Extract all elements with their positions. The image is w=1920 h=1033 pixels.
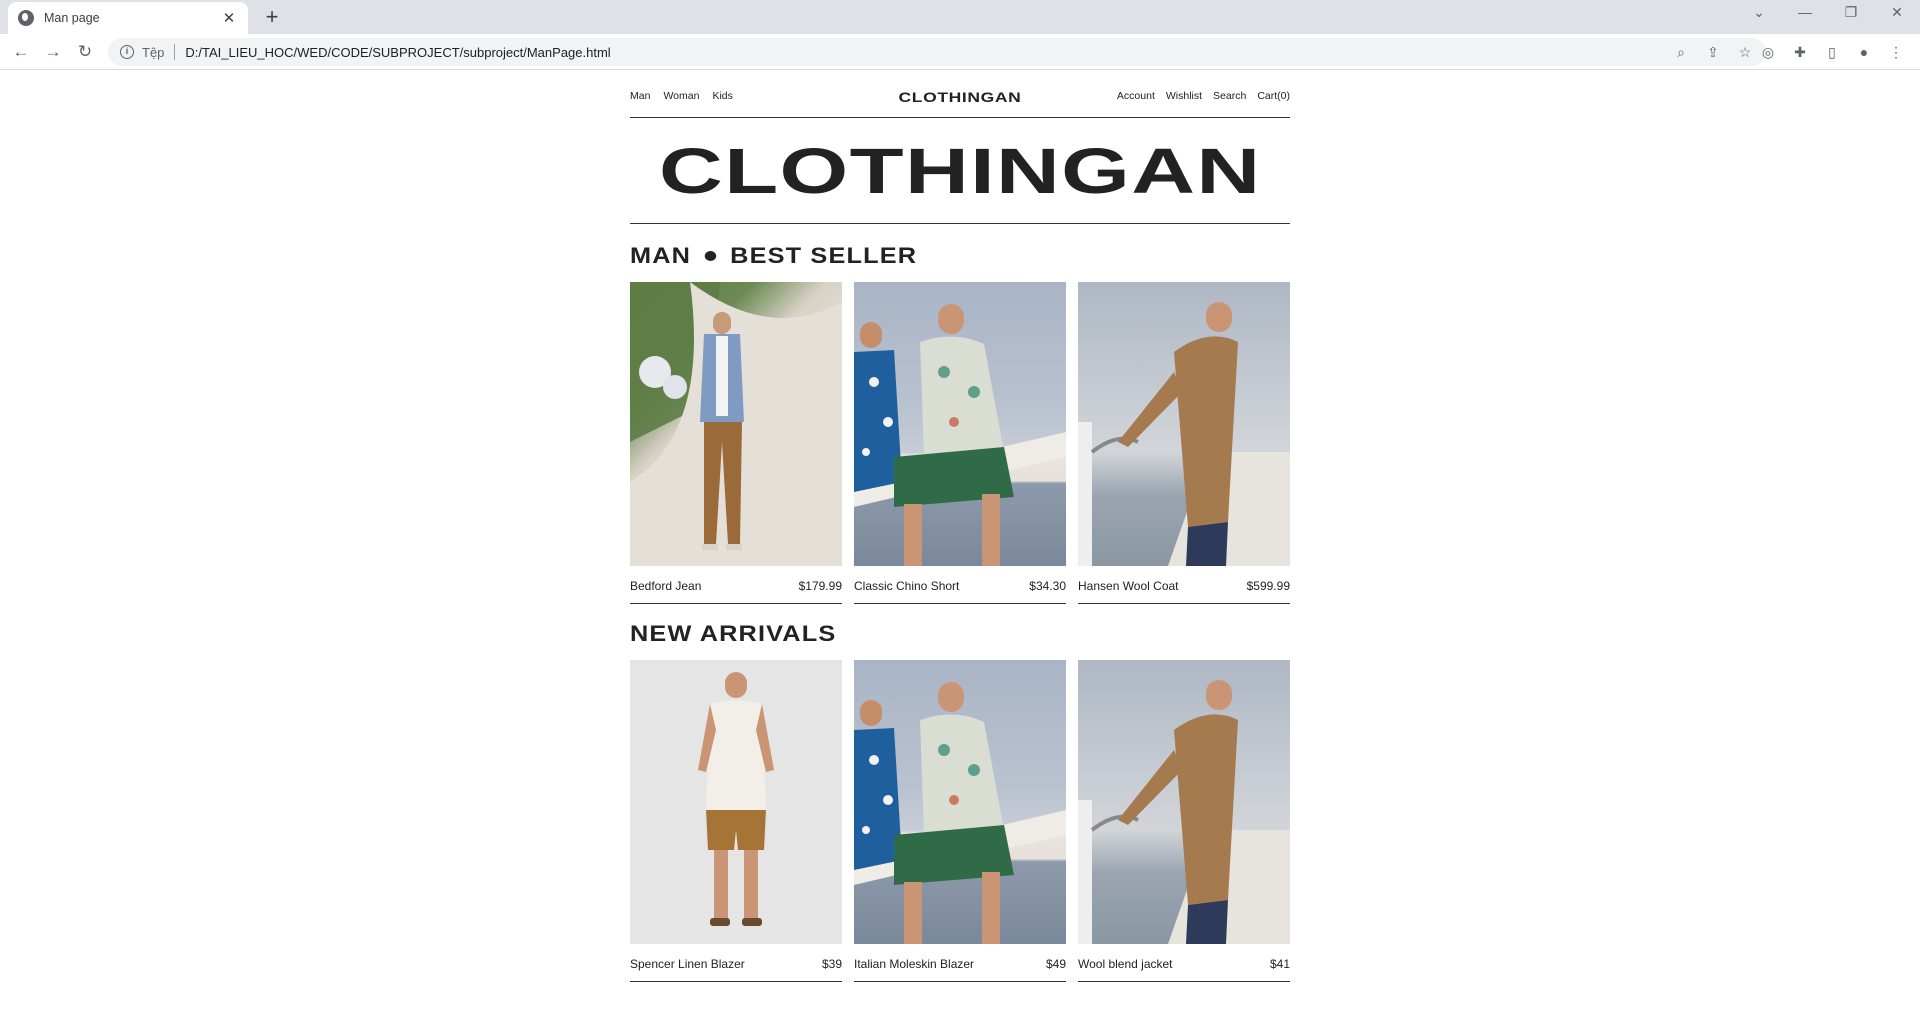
photo-man-coat-pier xyxy=(1078,302,1290,566)
hero-title: CLOTHINGAN xyxy=(658,134,1262,207)
url-text[interactable]: D:/TAI_LIEU_HOC/WED/CODE/SUBPROJECT/subp… xyxy=(185,45,1670,60)
site-header: Man Woman Kids CLOTHINGAN Account Wishli… xyxy=(630,70,1290,118)
photo-two-men-sitting xyxy=(854,304,1066,566)
address-divider xyxy=(174,44,176,60)
new-arrivals-grid: Spencer Linen Blazer $39 Italian Moleski… xyxy=(630,660,1290,982)
photo-two-men-sitting xyxy=(854,682,1066,944)
product-photo[interactable] xyxy=(854,282,1066,566)
product-price: $179.99 xyxy=(798,578,842,593)
product-name[interactable]: Italian Moleskin Blazer xyxy=(854,957,974,971)
zoom-icon[interactable]: ⌕ xyxy=(1670,44,1692,61)
info-icon[interactable]: i xyxy=(120,45,134,59)
product-price: $41 xyxy=(1269,956,1290,971)
new-tab-button[interactable]: + xyxy=(260,5,284,29)
product-card[interactable]: Wool blend jacket $41 xyxy=(1078,660,1290,982)
tab-search-icon[interactable]: ⌄ xyxy=(1744,4,1774,21)
forward-icon[interactable]: → xyxy=(42,41,64,63)
globe-icon xyxy=(18,10,34,26)
side-panel-icon[interactable]: ▯ xyxy=(1822,42,1842,62)
product-info: Bedford Jean $179.99 xyxy=(630,566,842,604)
reload-icon[interactable]: ↻ xyxy=(74,41,96,63)
browser-tab-bar: Man page ✕ + ⌄ — ❐ ✕ xyxy=(0,0,1920,34)
product-photo[interactable] xyxy=(1078,660,1290,944)
product-name[interactable]: Spencer Linen Blazer xyxy=(630,957,745,971)
profile-avatar-icon[interactable]: ● xyxy=(1854,42,1874,62)
section-title-new-arrivals: NEW ARRIVALS xyxy=(630,621,837,646)
product-price: $34.30 xyxy=(1029,578,1066,593)
scheme-label: Tệp xyxy=(142,44,165,60)
close-window-icon[interactable]: ✕ xyxy=(1882,4,1912,21)
product-photo[interactable] xyxy=(630,660,842,944)
nav-link-search[interactable]: Search xyxy=(1213,90,1246,102)
back-icon[interactable]: ← xyxy=(10,41,32,63)
product-price: $39 xyxy=(821,956,842,971)
extensions-icon[interactable]: ✚ xyxy=(1790,42,1810,62)
product-photo[interactable] xyxy=(854,660,1066,944)
photo-man-standing xyxy=(630,282,842,566)
product-info: Spencer Linen Blazer $39 xyxy=(630,944,842,982)
tab-close-icon[interactable]: ✕ xyxy=(220,9,238,27)
product-photo[interactable] xyxy=(630,282,842,566)
nav-link-wishlist[interactable]: Wishlist xyxy=(1166,90,1202,102)
section-title-part1: MAN xyxy=(630,243,692,268)
product-card[interactable]: Spencer Linen Blazer $39 xyxy=(630,660,842,982)
product-info: Hansen Wool Coat $599.99 xyxy=(1078,566,1290,604)
product-card[interactable]: Hansen Wool Coat $599.99 xyxy=(1078,282,1290,604)
product-price: $599.99 xyxy=(1246,578,1290,593)
photo-man-coat-pier xyxy=(1078,680,1290,944)
address-bar[interactable]: i Tệp D:/TAI_LIEU_HOC/WED/CODE/SUBPROJEC… xyxy=(108,38,1766,66)
tab-title: Man page xyxy=(44,11,100,25)
page-content: Man Woman Kids CLOTHINGAN Account Wishli… xyxy=(630,70,1290,982)
bookmark-star-icon[interactable]: ☆ xyxy=(1734,44,1756,61)
product-card[interactable]: Bedford Jean $179.99 xyxy=(630,282,842,604)
minimize-icon[interactable]: — xyxy=(1790,4,1820,20)
product-info: Italian Moleskin Blazer $49 xyxy=(854,944,1066,982)
photo-man-white-tee xyxy=(698,672,774,926)
nav-link-account[interactable]: Account xyxy=(1117,90,1155,102)
product-photo[interactable] xyxy=(1078,282,1290,566)
hero-banner: CLOTHINGAN xyxy=(630,118,1290,224)
browser-toolbar: ← → ↻ i Tệp D:/TAI_LIEU_HOC/WED/CODE/SUB… xyxy=(0,34,1920,70)
share-icon[interactable]: ⇪ xyxy=(1702,44,1724,61)
product-name[interactable]: Hansen Wool Coat xyxy=(1078,579,1179,593)
product-name[interactable]: Classic Chino Short xyxy=(854,579,959,593)
product-name[interactable]: Bedford Jean xyxy=(630,579,701,593)
compass-icon[interactable]: ◎ xyxy=(1758,42,1778,62)
product-info: Classic Chino Short $34.30 xyxy=(854,566,1066,604)
product-name[interactable]: Wool blend jacket xyxy=(1078,957,1173,971)
browser-tab[interactable]: Man page ✕ xyxy=(8,2,248,34)
bullet-dot-icon xyxy=(704,251,717,261)
section-title-part2: BEST SELLER xyxy=(730,243,918,268)
product-price: $49 xyxy=(1045,956,1066,971)
menu-kebab-icon[interactable]: ⋮ xyxy=(1886,42,1906,62)
product-card[interactable]: Classic Chino Short $34.30 xyxy=(854,282,1066,604)
section-title-best-seller: MAN BEST SELLER xyxy=(630,242,1389,270)
restore-icon[interactable]: ❐ xyxy=(1836,4,1866,21)
product-info: Wool blend jacket $41 xyxy=(1078,944,1290,982)
nav-link-cart[interactable]: Cart(0) xyxy=(1257,90,1290,102)
best-seller-grid: Bedford Jean $179.99 Classic Chino Short… xyxy=(630,282,1290,604)
product-card[interactable]: Italian Moleskin Blazer $49 xyxy=(854,660,1066,982)
account-nav: Account Wishlist Search Cart(0) xyxy=(1117,90,1290,102)
